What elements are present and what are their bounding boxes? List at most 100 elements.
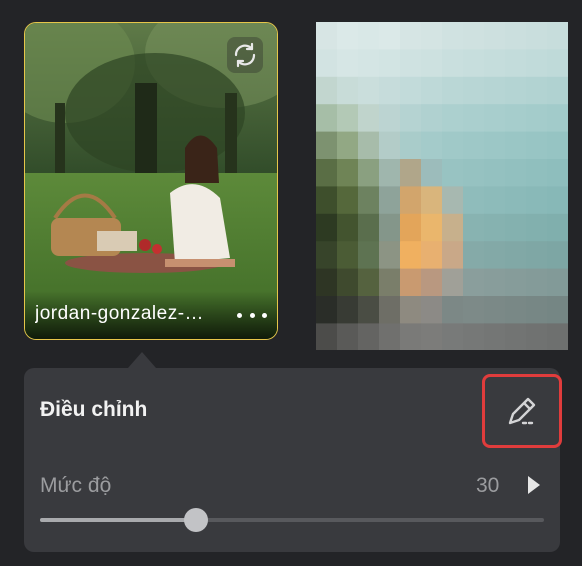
pixelated-image-thumbnail[interactable] [316, 22, 568, 350]
pixel-block [526, 213, 548, 242]
pixel-block [463, 159, 485, 187]
pixel-block [421, 22, 443, 50]
pixel-block [379, 268, 401, 297]
pixel-block [505, 323, 527, 350]
refresh-button[interactable] [227, 37, 263, 73]
pixel-block [337, 296, 359, 324]
pixel-block [316, 76, 338, 105]
pixel-block [484, 296, 506, 324]
pixel-block [505, 76, 527, 105]
pixel-block [400, 22, 422, 50]
pixel-block [484, 76, 506, 105]
pixel-block [337, 22, 359, 50]
pixel-block [484, 323, 506, 350]
pixel-block [547, 241, 568, 270]
pixel-block [484, 104, 506, 133]
pixel-block [442, 131, 464, 160]
expand-arrow-icon[interactable] [526, 475, 542, 495]
pixel-block [547, 213, 568, 242]
pixel-block [463, 104, 485, 133]
pixel-block [400, 296, 422, 324]
pixel-block [442, 22, 464, 50]
pixel-block [526, 159, 548, 187]
pixel-block [547, 104, 568, 133]
pixel-block [547, 159, 568, 187]
pixel-block [547, 323, 568, 350]
pixel-block [547, 186, 568, 215]
pixel-block [421, 159, 443, 187]
pixel-block [379, 131, 401, 160]
pixel-block [379, 323, 401, 350]
pixel-block [358, 131, 380, 160]
pixel-block [358, 76, 380, 105]
more-horizontal-icon [237, 312, 242, 318]
slider-fill [40, 518, 197, 522]
level-value: 30 [476, 474, 500, 497]
pixel-block [379, 213, 401, 242]
pixel-block [505, 268, 527, 297]
pixel-block [484, 213, 506, 242]
pixel-block [358, 213, 380, 242]
pixel-block [463, 241, 485, 270]
panel-title: Điều chỉnh [40, 398, 148, 421]
pixel-block [337, 241, 359, 270]
selected-image-thumbnail[interactable]: jordan-gonzalez-… [24, 22, 278, 340]
pixel-block [526, 296, 548, 324]
pixel-block [337, 104, 359, 133]
pixel-block [505, 22, 527, 50]
pixel-block [337, 49, 359, 78]
slider-handle[interactable] [184, 508, 209, 532]
level-label: Mức độ [40, 474, 112, 497]
pixel-block [463, 22, 485, 50]
more-options-button[interactable] [237, 307, 267, 323]
pixel-block [547, 49, 568, 78]
pixel-block [400, 49, 422, 78]
pixel-block [358, 241, 380, 270]
edit-button[interactable] [482, 374, 562, 448]
pixel-block [400, 104, 422, 133]
pixel-block [442, 159, 464, 187]
pixel-block [379, 104, 401, 133]
pixel-block [442, 49, 464, 78]
pixel-block [337, 131, 359, 160]
pixel-block [421, 49, 443, 78]
pixel-block [421, 186, 443, 215]
pixel-block [316, 213, 338, 242]
pixel-block [442, 296, 464, 324]
pixel-block [526, 49, 548, 78]
pixel-block [463, 76, 485, 105]
pixel-block [547, 296, 568, 324]
panel-pointer [128, 352, 156, 368]
pixel-block [337, 159, 359, 187]
pixel-block [316, 49, 338, 78]
pixel-block [547, 22, 568, 50]
pixel-block [484, 159, 506, 187]
adjust-panel: Điều chỉnh Mức độ 30 [24, 368, 562, 552]
pixel-block [379, 296, 401, 324]
pixel-block [505, 296, 527, 324]
pixel-block [463, 296, 485, 324]
pixel-block [484, 22, 506, 50]
image-filename: jordan-gonzalez-… [35, 303, 205, 324]
pixel-block [463, 131, 485, 160]
pixel-block [400, 268, 422, 297]
pixel-block [379, 49, 401, 78]
pixel-block [505, 131, 527, 160]
level-slider[interactable] [40, 508, 544, 532]
pixel-block [442, 186, 464, 215]
pixel-block [400, 241, 422, 270]
pixel-block [316, 268, 338, 297]
pixel-block [379, 241, 401, 270]
pixel-block [421, 323, 443, 350]
pixel-block [463, 49, 485, 78]
pixel-block [358, 296, 380, 324]
pixel-block [421, 268, 443, 297]
pixel-block [358, 159, 380, 187]
pixel-block [442, 104, 464, 133]
pixel-block [358, 22, 380, 50]
pixel-block [526, 241, 548, 270]
pixel-block [484, 268, 506, 297]
pixel-block [337, 268, 359, 297]
pixel-block [526, 104, 548, 133]
pixel-block [421, 213, 443, 242]
